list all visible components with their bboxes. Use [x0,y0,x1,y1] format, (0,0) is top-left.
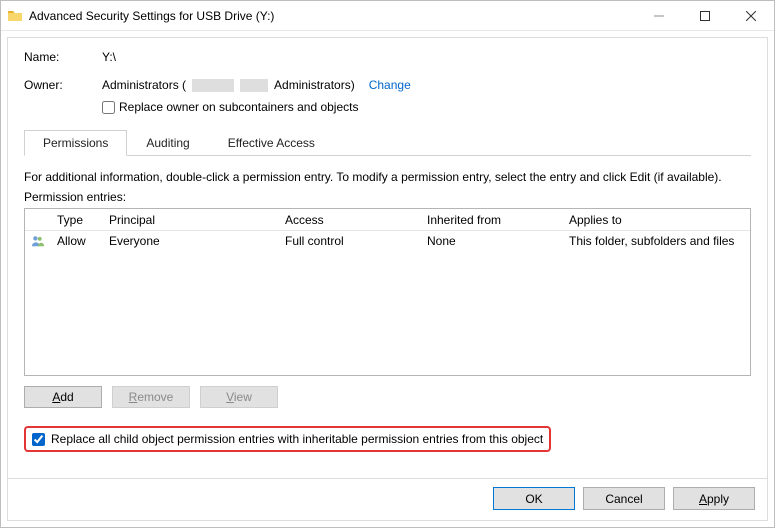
cell-inherited: None [421,232,563,250]
remove-button: Remove [112,386,190,408]
owner-value: Administrators ( Administrators) Change [102,78,411,92]
name-label: Name: [24,50,102,64]
tab-bar: Permissions Auditing Effective Access [24,130,751,156]
redacted-block [192,79,234,92]
owner-suffix: Administrators) [274,78,355,92]
col-header-inherited[interactable]: Inherited from [421,210,563,230]
window-title: Advanced Security Settings for USB Drive… [29,9,274,23]
replace-owner-checkbox[interactable] [102,101,115,114]
col-header-applies[interactable]: Applies to [563,210,750,230]
replace-owner-label: Replace owner on subcontainers and objec… [119,100,358,114]
replace-child-checkbox[interactable] [32,433,45,446]
cell-principal: Everyone [103,232,279,250]
cell-applies: This folder, subfolders and files [563,232,750,250]
maximize-button[interactable] [682,1,728,31]
folder-icon [7,8,23,24]
tab-permissions[interactable]: Permissions [24,130,127,156]
add-button[interactable]: Add [24,386,102,408]
close-button[interactable] [728,1,774,31]
minimize-button[interactable] [636,1,682,31]
cell-type: Allow [51,232,103,250]
col-header-type[interactable]: Type [51,210,103,230]
col-header-access[interactable]: Access [279,210,421,230]
permission-entries-grid[interactable]: Type Principal Access Inherited from App… [24,208,751,376]
titlebar: Advanced Security Settings for USB Drive… [1,1,774,31]
redacted-block [240,79,268,92]
content-area: Name: Y:\ Owner: Administrators ( Admini… [7,37,768,478]
col-header-principal[interactable]: Principal [103,210,279,230]
replace-owner-row: Replace owner on subcontainers and objec… [102,100,751,114]
replace-child-label: Replace all child object permission entr… [51,432,543,446]
change-owner-link[interactable]: Change [369,78,411,92]
window: Advanced Security Settings for USB Drive… [0,0,775,528]
info-text: For additional information, double-click… [24,170,751,184]
entry-buttons-row: Add Remove View [24,386,751,408]
table-row[interactable]: Allow Everyone Full control None This fo… [25,231,750,251]
cancel-button[interactable]: Cancel [583,487,665,510]
cell-access: Full control [279,232,421,250]
principals-icon [25,232,51,250]
apply-button[interactable]: Apply [673,487,755,510]
dialog-footer: OK Cancel Apply [7,478,768,521]
permission-entries-label: Permission entries: [24,190,751,204]
tab-effective-access[interactable]: Effective Access [209,130,334,156]
grid-header-row: Type Principal Access Inherited from App… [25,209,750,231]
owner-prefix: Administrators ( [102,78,186,92]
view-button: View [200,386,278,408]
name-value: Y:\ [102,50,116,64]
owner-label: Owner: [24,78,102,92]
tab-auditing[interactable]: Auditing [127,130,208,156]
ok-button[interactable]: OK [493,487,575,510]
replace-child-highlight: Replace all child object permission entr… [24,426,551,452]
